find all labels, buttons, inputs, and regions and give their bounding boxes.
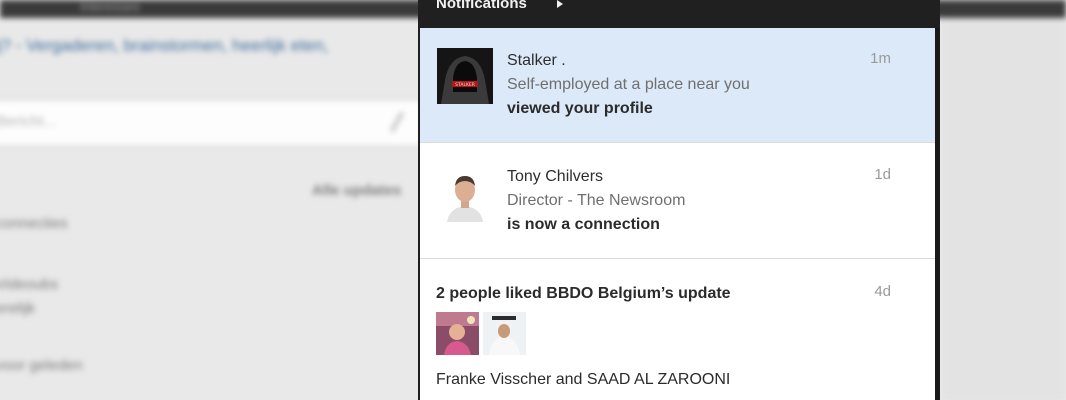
liker-avatar[interactable] — [436, 312, 479, 355]
liker-photo-image — [483, 312, 526, 355]
sidebar-text: Videoubs — [0, 276, 59, 293]
notifications-title[interactable]: Notifications — [436, 0, 527, 12]
panel-scroll-edge — [935, 28, 940, 400]
notification-names[interactable]: Franke Visscher and SAAD AL ZAROONI — [436, 371, 730, 389]
caret-right-icon[interactable] — [557, 0, 563, 8]
share-update-input[interactable]: Bericht... — [0, 100, 422, 146]
liker-avatar[interactable] — [483, 312, 526, 355]
notifications-list: STALKER Stalker . Self-employed at a pla… — [420, 28, 935, 400]
notification-time: 1d — [874, 166, 891, 183]
avatar[interactable]: STALKER — [437, 48, 493, 104]
notification-item[interactable]: STALKER Stalker . Self-employed at a pla… — [420, 28, 935, 143]
share-update-placeholder: Bericht... — [0, 113, 57, 130]
notification-name[interactable]: Tony Chilvers — [507, 168, 603, 186]
hooded-figure-avatar-image: STALKER — [437, 48, 493, 104]
profile-photo-avatar-image — [437, 166, 493, 222]
notification-action: is now a connection — [507, 216, 660, 233]
right-column — [942, 18, 1066, 400]
notification-time: 4d — [874, 283, 891, 300]
notifications-panel: Notifications STALKER Stalker . Self-emp… — [418, 0, 940, 400]
background-link[interactable]: ij? - Vergaderen, brainstormen, heerlijk… — [0, 36, 329, 56]
top-nav-item[interactable]: Interesses — [80, 0, 140, 14]
sidebar-text: erelijk — [0, 300, 36, 317]
notification-headline[interactable]: 2 people liked BBDO Belgium’s update — [436, 285, 731, 303]
avatar-caption: STALKER — [455, 82, 475, 88]
sidebar-text: voor geleden — [0, 357, 83, 374]
filter-updates-button[interactable]: Alle updates — [312, 182, 401, 199]
liker-photo-image — [436, 312, 479, 355]
pencil-icon[interactable] — [389, 111, 405, 133]
notification-action: viewed your profile — [507, 100, 653, 117]
notification-subtitle: Director - The Newsroom — [507, 192, 686, 209]
sidebar-text: connecties — [0, 215, 68, 232]
notification-subtitle: Self-employed at a place near you — [507, 76, 750, 93]
notification-item[interactable]: Tony Chilvers Director - The Newsroom is… — [420, 142, 935, 259]
notification-time: 1m — [870, 50, 891, 67]
notifications-header[interactable]: Notifications — [418, 0, 940, 28]
avatar[interactable] — [437, 166, 493, 222]
notification-name[interactable]: Stalker . — [507, 52, 566, 70]
